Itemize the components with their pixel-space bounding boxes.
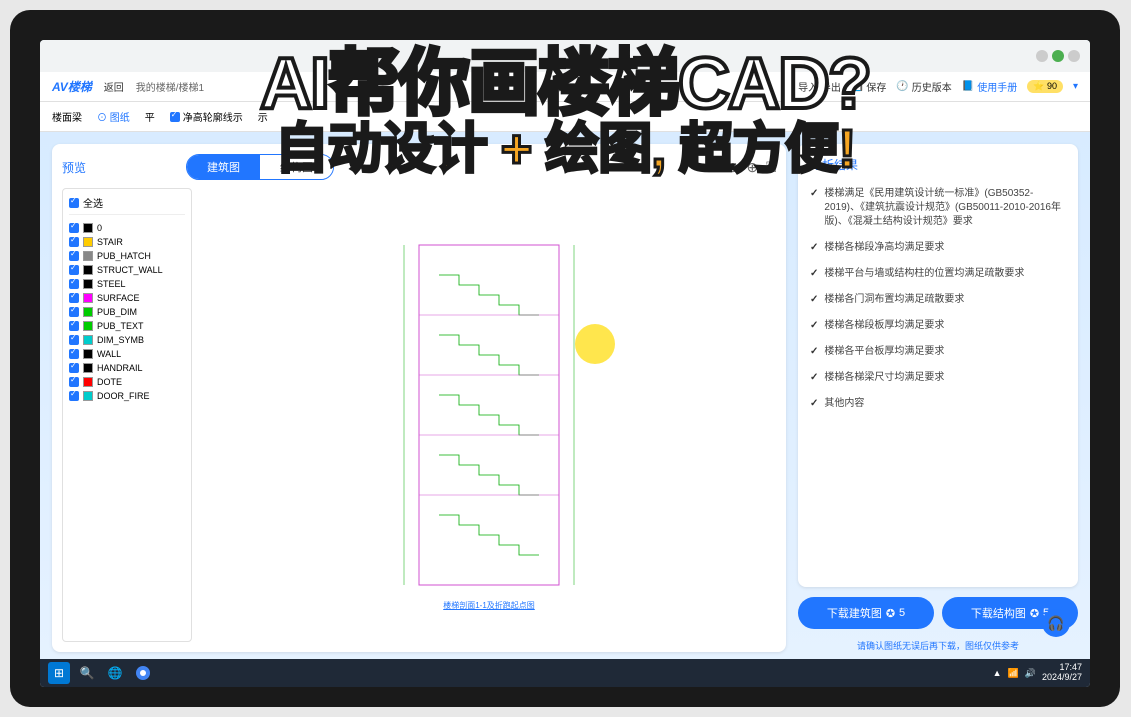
layer-item[interactable]: 0 <box>69 221 185 235</box>
layer-checkbox[interactable] <box>69 293 79 303</box>
layer-checkbox[interactable] <box>69 265 79 275</box>
layer-item[interactable]: STEEL <box>69 277 185 291</box>
layer-checkbox[interactable] <box>69 223 79 233</box>
layer-item[interactable]: PUB_DIM <box>69 305 185 319</box>
overlay-headline-2: 自动设计 + 绘图, 超方便! <box>40 120 1090 179</box>
monitor-frame: AI帮你画楼梯CAD? 自动设计 + 绘图, 超方便! AV楼梯 返回 我的楼梯… <box>10 10 1120 707</box>
support-fab[interactable]: 🎧 <box>1042 609 1070 637</box>
layer-color-swatch <box>83 377 93 387</box>
layer-color-swatch <box>83 307 93 317</box>
layer-name: WALL <box>97 349 121 359</box>
download-architecture-button[interactable]: 下载建筑图 ✪ 5 <box>798 597 934 629</box>
layer-name: 0 <box>97 223 102 233</box>
layer-color-swatch <box>83 335 93 345</box>
layer-panel: 全选 0 STAIR PUB_HATCH STRUCT_WALL STEEL SURFAC… <box>62 188 192 642</box>
layer-color-swatch <box>83 321 93 331</box>
layer-checkbox[interactable] <box>69 363 79 373</box>
result-item: 其他内容 <box>810 391 1066 417</box>
highlight-marker <box>575 324 615 364</box>
windows-taskbar: ⊞ 🔍 🌐 ▲ 📶 🔊 17:47 2024/9/27 <box>40 659 1090 687</box>
chrome-icon[interactable] <box>132 662 154 684</box>
layer-item[interactable]: DOOR_FIRE <box>69 389 185 403</box>
layer-name: PUB_HATCH <box>97 251 151 261</box>
drawing-canvas[interactable]: 楼梯剖面1-1及折跑起点图 <box>202 188 776 642</box>
layer-name: PUB_TEXT <box>97 321 144 331</box>
analysis-results-panel: 分析结果 楼梯满足《民用建筑设计统一标准》(GB50352-2019)、《建筑抗… <box>798 144 1078 587</box>
layer-name: SURFACE <box>97 293 140 303</box>
search-icon[interactable]: 🔍 <box>76 662 98 684</box>
layer-name: PUB_DIM <box>97 307 137 317</box>
drawing-caption: 楼梯剖面1-1及折跑起点图 <box>399 600 579 611</box>
stair-section-drawing <box>399 235 579 595</box>
layer-name: STEEL <box>97 279 126 289</box>
layer-checkbox[interactable] <box>69 349 79 359</box>
layer-item[interactable]: STRUCT_WALL <box>69 263 185 277</box>
main-content: 预览 建筑图 结构图 ⊖ ⊕ ⛶ 全选 0STAIRPUB_HATCHSTRUC… <box>40 132 1090 664</box>
result-item: 楼梯各梯梁尺寸均满足要求 <box>810 365 1066 391</box>
layer-name: DIM_SYMB <box>97 335 144 345</box>
layer-item[interactable]: SURFACE <box>69 291 185 305</box>
clock[interactable]: 17:47 2024/9/27 <box>1042 663 1082 683</box>
layer-checkbox[interactable] <box>69 335 79 345</box>
result-item: 楼梯各梯段板厚均满足要求 <box>810 313 1066 339</box>
layer-checkbox[interactable] <box>69 377 79 387</box>
layer-color-swatch <box>83 349 93 359</box>
layer-name: DOOR_FIRE <box>97 391 150 401</box>
layer-item[interactable]: PUB_HATCH <box>69 249 185 263</box>
result-item: 楼梯各平台板厚均满足要求 <box>810 339 1066 365</box>
layer-checkbox[interactable] <box>69 391 79 401</box>
edge-icon[interactable]: 🌐 <box>104 662 126 684</box>
layer-checkbox[interactable] <box>69 321 79 331</box>
right-column: 分析结果 楼梯满足《民用建筑设计统一标准》(GB50352-2019)、《建筑抗… <box>798 144 1078 652</box>
layer-checkbox[interactable] <box>69 307 79 317</box>
screen: AI帮你画楼梯CAD? 自动设计 + 绘图, 超方便! AV楼梯 返回 我的楼梯… <box>40 40 1090 687</box>
tray-icon[interactable]: ▲ <box>993 668 1002 678</box>
result-item: 楼梯各门洞布置均满足疏散要求 <box>810 287 1066 313</box>
layer-name: HANDRAIL <box>97 363 143 373</box>
layer-item[interactable]: STAIR <box>69 235 185 249</box>
layer-color-swatch <box>83 293 93 303</box>
result-item: 楼梯各梯段净高均满足要求 <box>810 235 1066 261</box>
layer-item[interactable]: DOTE <box>69 375 185 389</box>
layer-name: STAIR <box>97 237 123 247</box>
result-item: 楼梯满足《民用建筑设计统一标准》(GB50352-2019)、《建筑抗震设计规范… <box>810 181 1066 235</box>
video-overlay-title: AI帮你画楼梯CAD? 自动设计 + 绘图, 超方便! <box>40 48 1090 179</box>
volume-icon[interactable]: 🔊 <box>1025 668 1036 679</box>
layer-name: DOTE <box>97 377 122 387</box>
layer-item[interactable]: PUB_TEXT <box>69 319 185 333</box>
download-disclaimer: 请确认图纸无误后再下载，图纸仅供参考 <box>798 639 1078 652</box>
layer-checkbox[interactable] <box>69 279 79 289</box>
layer-item[interactable]: WALL <box>69 347 185 361</box>
layer-color-swatch <box>83 279 93 289</box>
layer-checkbox[interactable] <box>69 237 79 247</box>
result-item: 楼梯平台与墙或结构柱的位置均满足疏散要求 <box>810 261 1066 287</box>
network-icon[interactable]: 📶 <box>1008 668 1019 679</box>
coin-icon: ✪ <box>1030 607 1039 620</box>
layer-checkbox[interactable] <box>69 251 79 261</box>
layer-color-swatch <box>83 265 93 275</box>
layer-item[interactable]: DIM_SYMB <box>69 333 185 347</box>
start-button[interactable]: ⊞ <box>48 662 70 684</box>
layer-name: STRUCT_WALL <box>97 265 163 275</box>
layer-color-swatch <box>83 223 93 233</box>
preview-panel: 预览 建筑图 结构图 ⊖ ⊕ ⛶ 全选 0STAIRPUB_HATCHSTRUC… <box>52 144 786 652</box>
layer-item[interactable]: HANDRAIL <box>69 361 185 375</box>
layer-color-swatch <box>83 363 93 373</box>
layer-color-swatch <box>83 251 93 261</box>
select-all-layers[interactable]: 全选 <box>69 195 185 215</box>
overlay-headline-1: AI帮你画楼梯CAD? <box>40 48 1090 120</box>
layer-color-swatch <box>83 391 93 401</box>
layer-color-swatch <box>83 237 93 247</box>
coin-icon: ✪ <box>886 607 895 620</box>
